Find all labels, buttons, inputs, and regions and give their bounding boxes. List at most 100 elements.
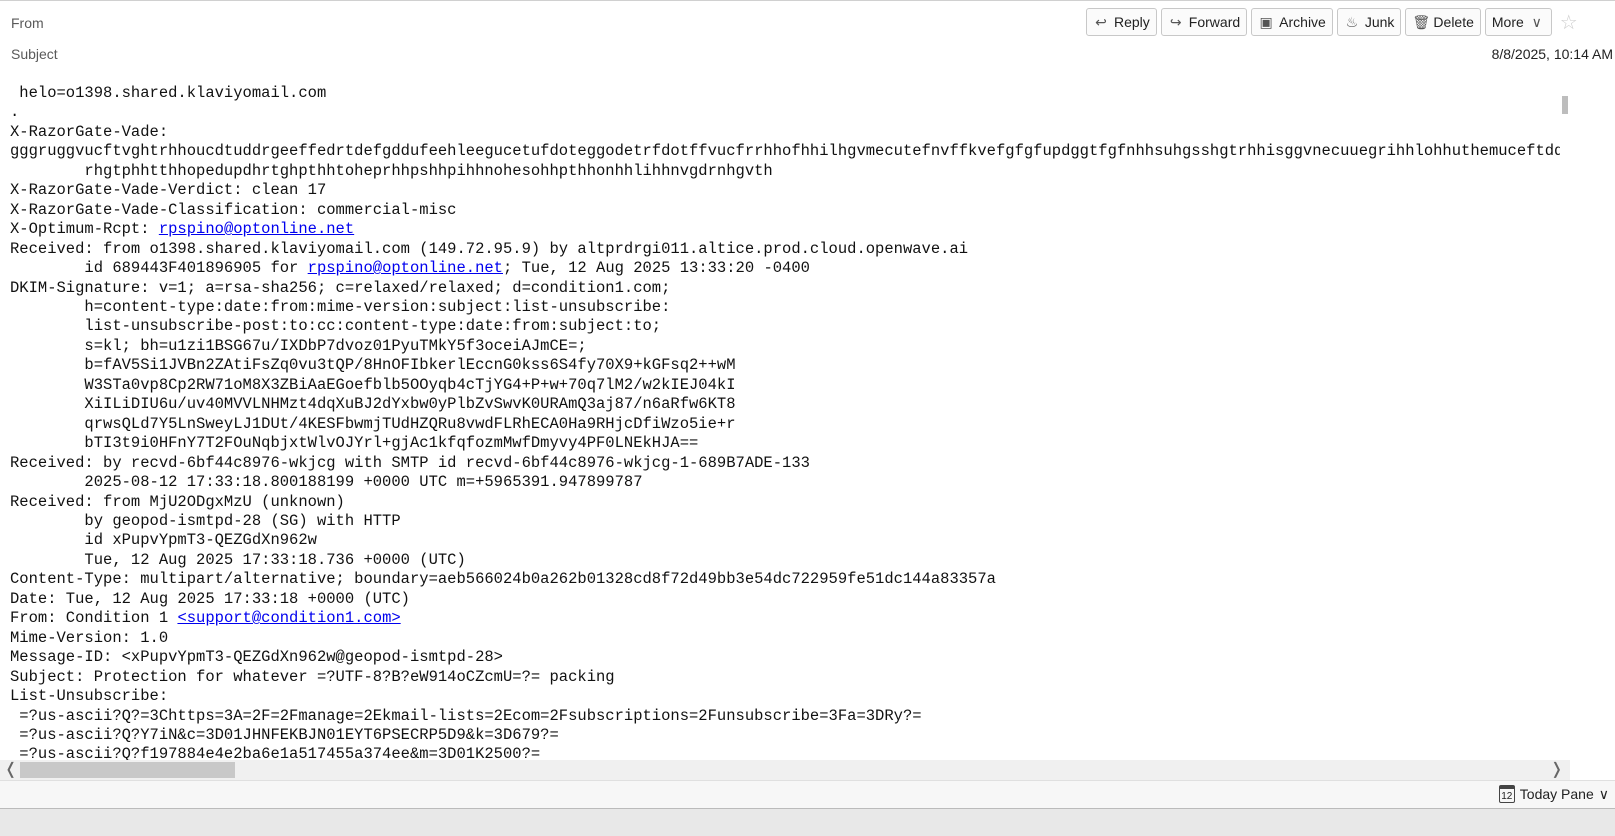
- message-date: 8/8/2025, 10:14 AM: [1491, 46, 1613, 62]
- today-pane-label: Today Pane: [1519, 786, 1594, 802]
- scroll-right-icon[interactable]: ❭: [1550, 760, 1563, 780]
- header-line: h=content-type:date:from:mime-version:su…: [10, 298, 1560, 317]
- header-line: X-RazorGate-Vade-Verdict: clean 17: [10, 181, 1560, 200]
- header-line: qrwsQLd7Y5LnSweyLJ1DUt/4KESFbwmjTUdHZQRu…: [10, 415, 1560, 434]
- message-header: From Subject ↩ Reply ↪ Forward ▣ Archive ♨ Junk…: [0, 0, 1615, 77]
- header-line: Mime-Version: 1.0: [10, 629, 1560, 648]
- reply-icon: ↩: [1095, 13, 1107, 30]
- more-button[interactable]: More ∨: [1484, 8, 1552, 36]
- header-text: DKIM-Signature: v=1; a=rsa-sha256; c=rel…: [10, 278, 671, 297]
- header-text: list-unsubscribe-post:to:cc:content-type…: [10, 317, 662, 336]
- header-text: qrwsQLd7Y5LnSweyLJ1DUt/4KESFbwmjTUdHZQRu…: [10, 414, 736, 433]
- forward-icon: ↪: [1169, 13, 1182, 30]
- header-line: List-Unsubscribe:: [10, 687, 1560, 706]
- header-text: .: [10, 103, 20, 122]
- header-text: id 689443F401896905 for: [10, 259, 308, 278]
- header-line: X-RazorGate-Vade:: [10, 123, 1560, 142]
- header-text: Date: Tue, 12 Aug 2025 17:33:18 +0000 (U…: [10, 589, 410, 608]
- header-text: Subject: Protection for whatever =?UTF-8…: [10, 667, 615, 686]
- header-text: Received: by recvd-6bf44c8976-wkjcg with…: [10, 453, 810, 472]
- header-line: helo=o1398.shared.klaviyomail.com: [10, 84, 1560, 103]
- header-line: Received: from MjU2ODgxMzU (unknown): [10, 493, 1560, 512]
- button-label: Archive: [1279, 14, 1326, 30]
- junk-button[interactable]: ♨ Junk: [1336, 8, 1402, 36]
- header-text: h=content-type:date:from:mime-version:su…: [10, 297, 671, 316]
- header-line: rhgtphhtthhopedupdhrtghpthhtoheprhhpshhp…: [10, 162, 1560, 181]
- header-line: W3STa0vp8Cp2RW71oM8X3ZBiAaEGoefblb5OOyqb…: [10, 376, 1560, 395]
- header-text: Content-Type: multipart/alternative; bou…: [10, 570, 996, 589]
- star-icon[interactable]: ☆: [1560, 10, 1578, 35]
- header-line: =?us-ascii?Q?f197884e4e2ba6e1a517455a374…: [10, 745, 1560, 760]
- forward-button[interactable]: ↪ Forward: [1160, 8, 1248, 36]
- header-text: gggruggvucftvghtrhhoucdtuddrgeeffedrtdef…: [10, 142, 1560, 161]
- header-line: bTI3t9i0HFnY7T2FOuNqbjxtWlvOJYrl+gjAc1kf…: [10, 434, 1560, 453]
- email-link[interactable]: <support@condition1.com>: [177, 609, 400, 627]
- header-line: XiILiDIU6u/uv40MVVLNHMzt4dqXuBJ2dYxbw0yP…: [10, 395, 1560, 414]
- header-line: Received: by recvd-6bf44c8976-wkjcg with…: [10, 454, 1560, 473]
- header-line: =?us-ascii?Q?Y7iN&c=3D01JHNFEKBJN01EYT6P…: [10, 726, 1560, 745]
- button-label: More: [1491, 14, 1524, 30]
- header-text: Message-ID: <xPupvYpmT3-QEZGdXn962w@geop…: [10, 648, 503, 667]
- header-line: Subject: Protection for whatever =?UTF-8…: [10, 668, 1560, 687]
- raw-headers: helo=o1398.shared.klaviyomail.com. X-Razo…: [10, 84, 1560, 760]
- header-line: =?us-ascii?Q?=3Chttps=3A=2F=2Fmanage=2Ek…: [10, 707, 1560, 726]
- email-link[interactable]: rpspino@optonline.net: [159, 220, 354, 238]
- header-text: helo=o1398.shared.klaviyomail.com: [10, 84, 327, 102]
- header-text: X-RazorGate-Vade-Verdict: clean 17: [10, 181, 327, 200]
- button-label: Delete: [1433, 14, 1474, 30]
- header-text: ; Tue, 12 Aug 2025 13:33:20 -0400: [503, 259, 810, 278]
- horizontal-scrollbar[interactable]: ❬ ❭: [0, 760, 1570, 780]
- header-text: Tue, 12 Aug 2025 17:33:18.736 +0000 (UTC…: [10, 550, 466, 569]
- vertical-scroll-thumb[interactable]: [1562, 96, 1568, 114]
- header-text: X-RazorGate-Vade:: [10, 122, 169, 141]
- header-line: DKIM-Signature: v=1; a=rsa-sha256; c=rel…: [10, 279, 1560, 298]
- header-line: Message-ID: <xPupvYpmT3-QEZGdXn962w@geop…: [10, 648, 1560, 667]
- header-line: X-Optimum-Rcpt: rpspino@optonline.net: [10, 220, 1560, 239]
- header-text: Received: from MjU2ODgxMzU (unknown): [10, 492, 345, 511]
- header-line: Tue, 12 Aug 2025 17:33:18.736 +0000 (UTC…: [10, 551, 1560, 570]
- button-label: Junk: [1364, 14, 1395, 30]
- email-link[interactable]: rpspino@optonline.net: [308, 259, 503, 277]
- header-text: =?us-ascii?Q?f197884e4e2ba6e1a517455a374…: [10, 745, 541, 760]
- today-pane-button[interactable]: 12 Today Pane ∨: [1498, 785, 1609, 803]
- header-text: XiILiDIU6u/uv40MVVLNHMzt4dqXuBJ2dYxbw0yP…: [10, 395, 736, 414]
- junk-icon: ♨: [1345, 13, 1359, 30]
- header-text: =?us-ascii?Q?Y7iN&c=3D01JHNFEKBJN01EYT6P…: [10, 725, 559, 744]
- header-text: List-Unsubscribe:: [10, 687, 169, 706]
- horizontal-scroll-thumb[interactable]: [20, 762, 235, 778]
- chevron-down-icon: ∨: [1531, 13, 1542, 30]
- from-label: From: [11, 15, 44, 31]
- header-text: X-Optimum-Rcpt:: [10, 220, 159, 239]
- reply-button[interactable]: ↩ Reply: [1086, 8, 1157, 36]
- button-label: Reply: [1114, 14, 1150, 30]
- vertical-scrollbar[interactable]: [1560, 78, 1570, 760]
- header-text: s=kl; bh=u1zi1BSG67u/IXDbP7dvoz01PyuTMkY…: [10, 336, 587, 355]
- message-source-view: helo=o1398.shared.klaviyomail.com. X-Razo…: [0, 78, 1560, 760]
- header-line: Received: from o1398.shared.klaviyomail.…: [10, 240, 1560, 259]
- archive-button[interactable]: ▣ Archive: [1251, 8, 1333, 36]
- header-text: =?us-ascii?Q?=3Chttps=3A=2F=2Fmanage=2Ek…: [10, 706, 922, 725]
- header-line: id 689443F401896905 for rpspino@optonlin…: [10, 259, 1560, 278]
- header-text: Received: from o1398.shared.klaviyomail.…: [10, 239, 969, 258]
- header-text: Mime-Version: 1.0: [10, 628, 169, 647]
- header-line: .: [10, 103, 1560, 122]
- subject-label: Subject: [11, 46, 58, 62]
- header-line: id xPupvYpmT3-QEZGdXn962w: [10, 531, 1560, 550]
- header-line: list-unsubscribe-post:to:cc:content-type…: [10, 317, 1560, 336]
- header-text: rhgtphhtthhopedupdhrtghpthhtoheprhhpshhp…: [10, 161, 773, 180]
- message-toolbar: ↩ Reply ↪ Forward ▣ Archive ♨ Junk 🗑 Delete More ∨ ☆: [1086, 8, 1578, 36]
- header-text: 2025-08-12 17:33:18.800188199 +0000 UTC …: [10, 473, 643, 492]
- header-text: id xPupvYpmT3-QEZGdXn962w: [10, 531, 317, 550]
- header-text: bTI3t9i0HFnY7T2FOuNqbjxtWlvOJYrl+gjAc1kf…: [10, 434, 699, 453]
- header-line: gggruggvucftvghtrhhoucdtuddrgeeffedrtdef…: [10, 142, 1560, 161]
- header-line: 2025-08-12 17:33:18.800188199 +0000 UTC …: [10, 473, 1560, 492]
- archive-icon: ▣: [1259, 13, 1273, 30]
- header-line: X-RazorGate-Vade-Classification: commerc…: [10, 201, 1560, 220]
- header-text: b=fAV5Si1JVBn2ZAtiFsZq0vu3tQP/8HnOFIbker…: [10, 356, 736, 375]
- header-line: by geopod-ismtpd-28 (SG) with HTTP: [10, 512, 1560, 531]
- header-text: by geopod-ismtpd-28 (SG) with HTTP: [10, 511, 401, 530]
- header-line: b=fAV5Si1JVBn2ZAtiFsZq0vu3tQP/8HnOFIbker…: [10, 356, 1560, 375]
- button-label: Forward: [1188, 14, 1241, 30]
- delete-button[interactable]: 🗑 Delete: [1405, 8, 1481, 36]
- scroll-left-icon[interactable]: ❬: [4, 760, 17, 780]
